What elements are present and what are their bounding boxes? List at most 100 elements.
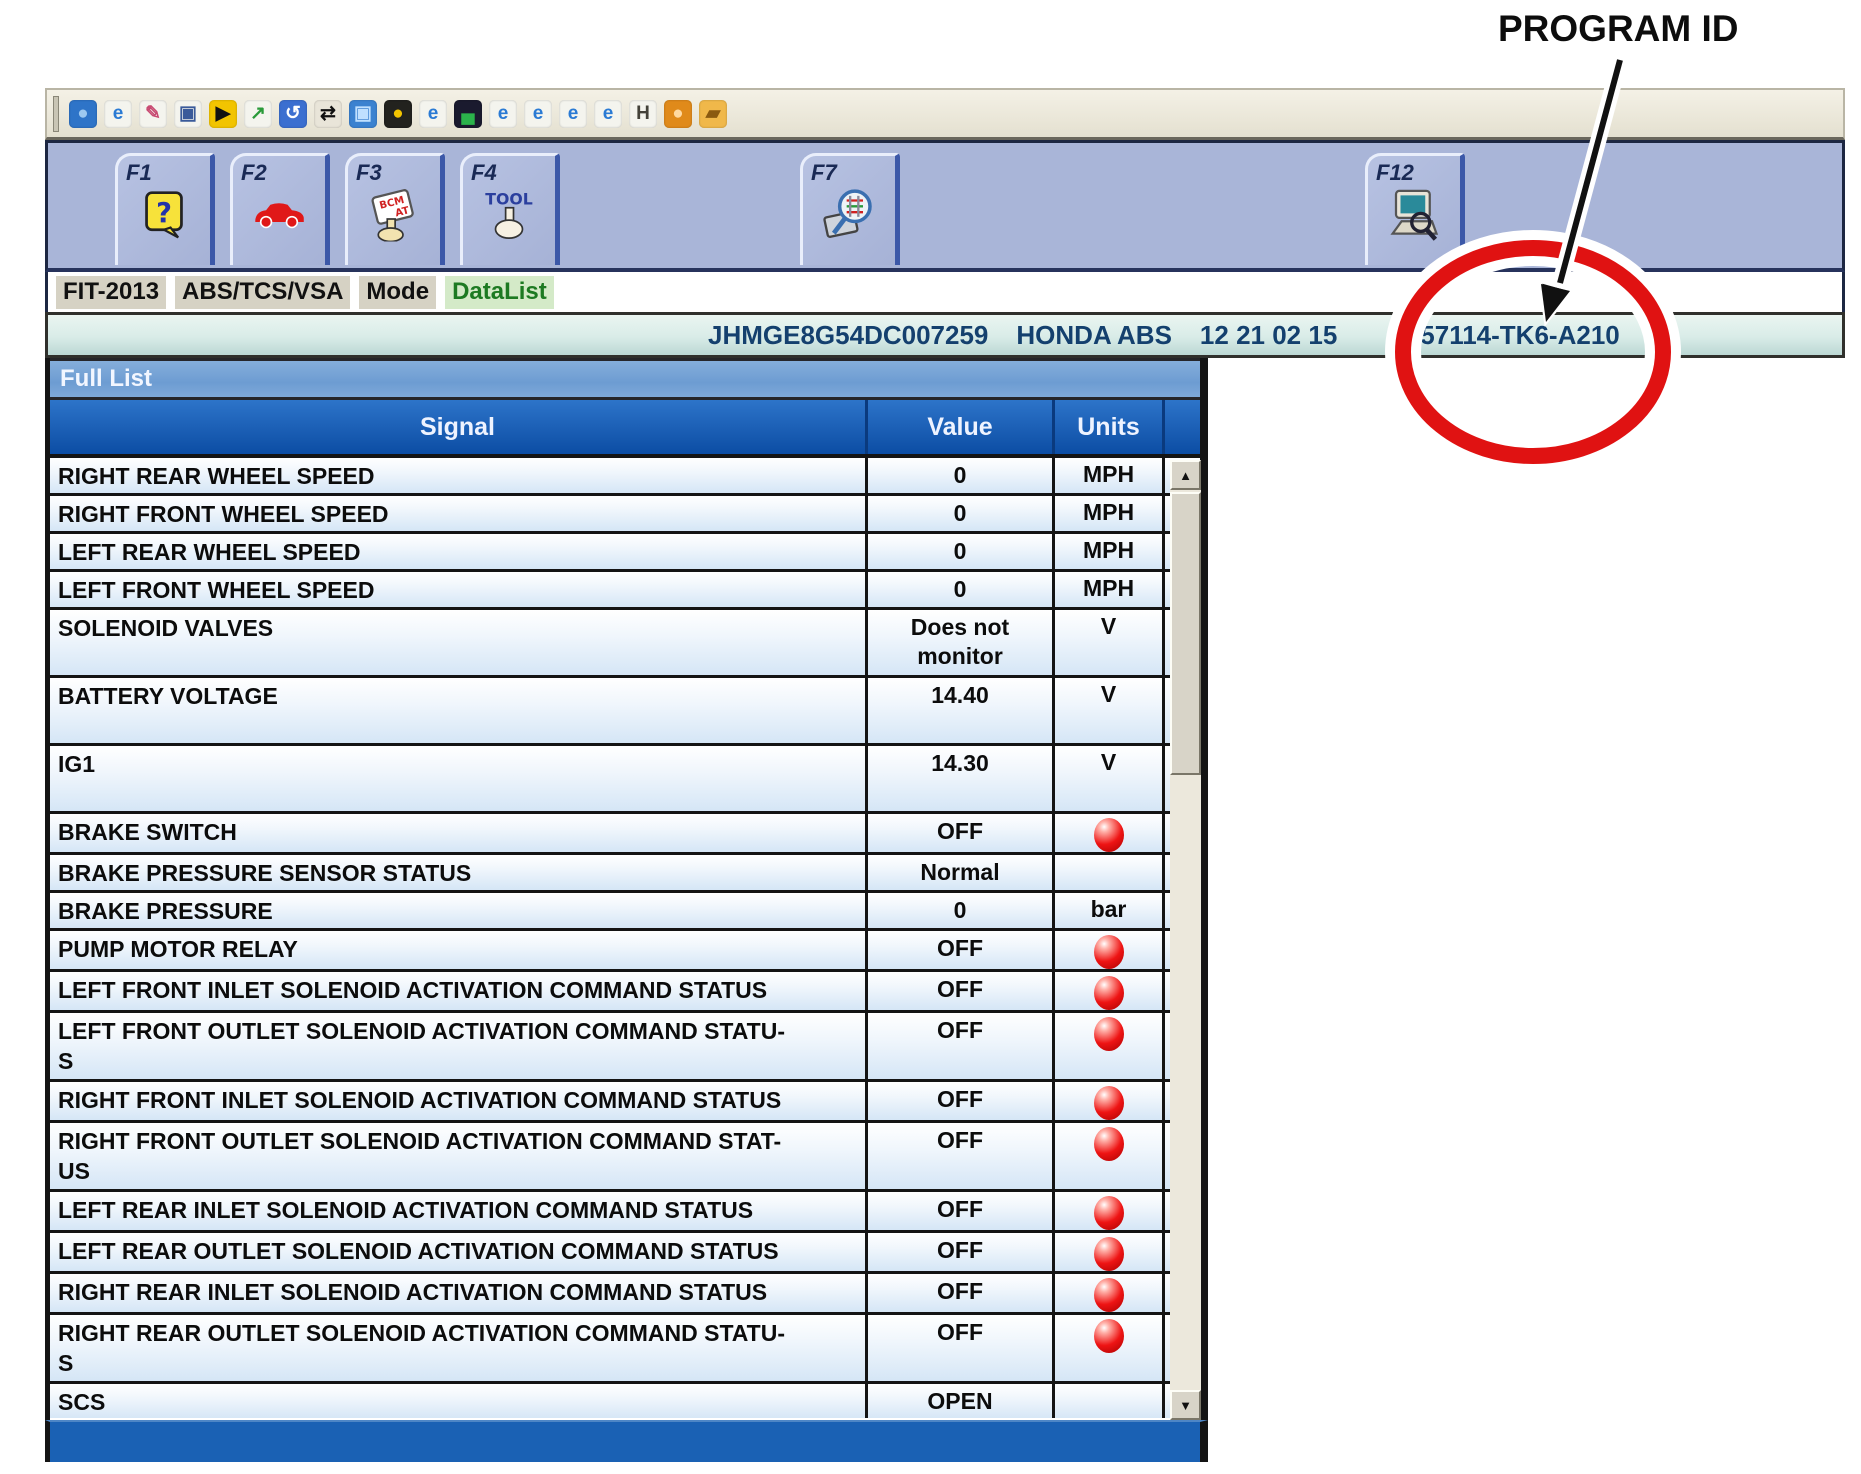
table-row[interactable]: RIGHT FRONT INLET SOLENOID ACTIVATION CO… xyxy=(50,1082,1200,1123)
toolbar-grip[interactable] xyxy=(53,96,59,132)
table-row[interactable]: BATTERY VOLTAGE14.40V xyxy=(50,678,1200,746)
vehicle-status-bar: JHMGE8G54DC007259 HONDA ABS 12 21 02 15 … xyxy=(45,312,1845,358)
value-cell: Does not monitor xyxy=(865,610,1055,675)
column-header-signal[interactable]: Signal xyxy=(50,400,865,454)
screen-icon[interactable]: ▣ xyxy=(349,100,377,128)
ie-document-icon[interactable]: e xyxy=(489,100,517,128)
signal-cell: LEFT FRONT OUTLET SOLENOID ACTIVATION CO… xyxy=(50,1013,865,1079)
units-cell: V xyxy=(1055,746,1165,811)
window-icon[interactable]: ▣ xyxy=(174,100,202,128)
tab-abs-tcs-vsa[interactable]: ABS/TCS/VSA xyxy=(175,276,350,309)
honda-h-icon[interactable]: H xyxy=(629,100,657,128)
ie-document-icon[interactable]: e xyxy=(594,100,622,128)
scroll-down-button[interactable]: ▼ xyxy=(1170,1390,1201,1420)
value-cell: 0 xyxy=(865,572,1055,607)
units-cell xyxy=(1055,1082,1165,1120)
value-cell: 0 xyxy=(865,534,1055,569)
red-indicator xyxy=(1094,1237,1124,1271)
function-key-f2-button[interactable]: F2 xyxy=(230,153,330,265)
value-cell: 0 xyxy=(865,893,1055,928)
table-row[interactable]: RIGHT FRONT OUTLET SOLENOID ACTIVATION C… xyxy=(50,1123,1200,1192)
value-cell: 14.40 xyxy=(865,678,1055,743)
ie-document-icon[interactable]: e xyxy=(104,100,132,128)
scroll-up-icon: ▲ xyxy=(1179,468,1192,483)
table-row[interactable]: SOLENOID VALVESDoes not monitorV xyxy=(50,610,1200,678)
folder-icon[interactable]: ▰ xyxy=(699,100,727,128)
units-cell xyxy=(1055,1384,1165,1418)
function-key-f1-button[interactable]: F1? xyxy=(115,153,215,265)
units-cell: MPH xyxy=(1055,572,1165,607)
table-row[interactable]: LEFT REAR INLET SOLENOID ACTIVATION COMM… xyxy=(50,1192,1200,1233)
red-indicator xyxy=(1094,1319,1124,1353)
value-cell: OFF xyxy=(865,814,1055,852)
table-row[interactable]: BRAKE SWITCHOFF xyxy=(50,814,1200,855)
table-row[interactable]: LEFT REAR WHEEL SPEED0MPH xyxy=(50,534,1200,572)
tab-mode[interactable]: Mode xyxy=(359,276,436,309)
scroll-up-button[interactable]: ▲ xyxy=(1170,460,1201,490)
signal-cell: RIGHT REAR OUTLET SOLENOID ACTIVATION CO… xyxy=(50,1315,865,1381)
system-text: HONDA ABS xyxy=(1016,320,1172,351)
units-cell xyxy=(1055,972,1165,1010)
table-row[interactable]: LEFT FRONT INLET SOLENOID ACTIVATION COM… xyxy=(50,972,1200,1013)
tab-datalist[interactable]: DataList xyxy=(445,276,554,309)
units-cell xyxy=(1055,1013,1165,1079)
table-row[interactable]: RIGHT REAR OUTLET SOLENOID ACTIVATION CO… xyxy=(50,1315,1200,1384)
web-globe-icon[interactable]: ● xyxy=(664,100,692,128)
function-key-f7-button[interactable]: F7 xyxy=(800,153,900,265)
function-key-f3-button[interactable]: F3BCMAT xyxy=(345,153,445,265)
scrollbar-thumb[interactable] xyxy=(1170,492,1201,775)
function-key-f4-button[interactable]: F4TOOL xyxy=(460,153,560,265)
footer-bar xyxy=(45,1420,1208,1462)
media-play-icon[interactable]: ▶ xyxy=(209,100,237,128)
signal-cell: RIGHT FRONT OUTLET SOLENOID ACTIVATION C… xyxy=(50,1123,865,1189)
column-header-value[interactable]: Value xyxy=(865,400,1055,454)
batch-file-icon[interactable]: ▄ xyxy=(454,100,482,128)
signal-cell: BATTERY VOLTAGE xyxy=(50,678,865,743)
table-row[interactable]: IG114.30V xyxy=(50,746,1200,814)
table-row[interactable]: LEFT FRONT WHEEL SPEED0MPH xyxy=(50,572,1200,610)
function-key-f12-button[interactable]: F12 xyxy=(1365,153,1465,265)
signal-cell: IG1 xyxy=(50,746,865,811)
units-cell: bar xyxy=(1055,893,1165,928)
table-row[interactable]: LEFT REAR OUTLET SOLENOID ACTIVATION COM… xyxy=(50,1233,1200,1274)
table-row[interactable]: RIGHT REAR INLET SOLENOID ACTIVATION COM… xyxy=(50,1274,1200,1315)
table-row[interactable]: BRAKE PRESSURE0bar xyxy=(50,893,1200,931)
full-list-title-bar: Full List xyxy=(50,358,1200,400)
globe-icon[interactable]: ● xyxy=(69,100,97,128)
ie-document-icon[interactable]: e xyxy=(559,100,587,128)
vin-text: JHMGE8G54DC007259 xyxy=(708,320,988,351)
table-row[interactable]: LEFT FRONT OUTLET SOLENOID ACTIVATION CO… xyxy=(50,1013,1200,1082)
ie-globe-icon[interactable]: e xyxy=(419,100,447,128)
tab-fit-2013[interactable]: FIT-2013 xyxy=(56,276,166,309)
column-header-units[interactable]: Units xyxy=(1055,400,1165,454)
signal-cell: BRAKE PRESSURE SENSOR STATUS xyxy=(50,855,865,890)
units-cell xyxy=(1055,814,1165,852)
function-key-label: F4 xyxy=(471,160,497,186)
swap-arrows-icon[interactable]: ⇄ xyxy=(314,100,342,128)
vehicle-icon xyxy=(251,200,307,235)
red-indicator xyxy=(1094,1196,1124,1230)
signal-cell: LEFT FRONT INLET SOLENOID ACTIVATION COM… xyxy=(50,972,865,1010)
pc-search-icon xyxy=(1387,188,1441,247)
signal-cell: BRAKE PRESSURE xyxy=(50,893,865,928)
lock-icon[interactable]: ● xyxy=(384,100,412,128)
export-arrow-icon[interactable]: ↗ xyxy=(244,100,272,128)
signal-cell: RIGHT REAR INLET SOLENOID ACTIVATION COM… xyxy=(50,1274,865,1312)
refresh-icon[interactable]: ↺ xyxy=(279,100,307,128)
ie-document-icon[interactable]: e xyxy=(524,100,552,128)
table-row[interactable]: SCSOPEN xyxy=(50,1384,1200,1418)
function-key-label: F3 xyxy=(356,160,382,186)
program-id-annotation: PROGRAM ID xyxy=(1498,8,1798,50)
table-row[interactable]: BRAKE PRESSURE SENSOR STATUSNormal xyxy=(50,855,1200,893)
units-cell: MPH xyxy=(1055,496,1165,531)
table-row[interactable]: PUMP MOTOR RELAYOFF xyxy=(50,931,1200,972)
notes-document-icon[interactable]: ✎ xyxy=(139,100,167,128)
red-indicator xyxy=(1094,935,1124,969)
table-row[interactable]: RIGHT FRONT WHEEL SPEED0MPH xyxy=(50,496,1200,534)
vertical-scrollbar[interactable]: ▲ ▼ xyxy=(1170,460,1201,1420)
signal-cell: RIGHT FRONT INLET SOLENOID ACTIVATION CO… xyxy=(50,1082,865,1120)
value-cell: OFF xyxy=(865,1013,1055,1079)
value-cell: OFF xyxy=(865,1123,1055,1189)
table-row[interactable]: RIGHT REAR WHEEL SPEED0MPH xyxy=(50,458,1200,496)
function-key-label: F1 xyxy=(126,160,152,186)
